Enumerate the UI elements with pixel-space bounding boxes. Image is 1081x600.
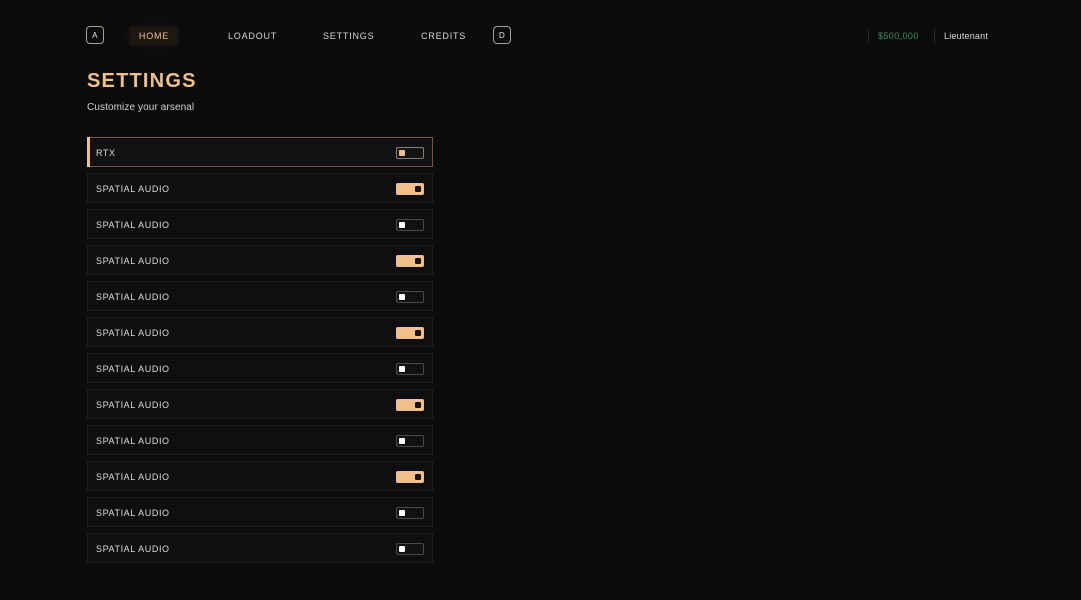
setting-toggle[interactable] [396,147,424,159]
setting-label: SPATIAL AUDIO [96,256,170,266]
setting-label: SPATIAL AUDIO [96,220,170,230]
setting-toggle[interactable] [396,507,424,519]
currency-balance: $500,000 [878,31,919,41]
setting-label: SPATIAL AUDIO [96,472,170,482]
setting-label: SPATIAL AUDIO [96,364,170,374]
previous-tab-key-hint[interactable]: A [86,26,104,44]
setting-toggle[interactable] [396,471,424,483]
toggle-thumb [399,510,405,516]
setting-toggle[interactable] [396,543,424,555]
setting-label: SPATIAL AUDIO [96,292,170,302]
setting-row-spatial-audio[interactable]: SPATIAL AUDIO [87,497,433,527]
toggle-thumb [399,150,405,156]
setting-row-spatial-audio[interactable]: SPATIAL AUDIO [87,173,433,203]
setting-label: RTX [96,148,116,158]
setting-toggle[interactable] [396,219,424,231]
toggle-thumb [399,438,405,444]
setting-row-spatial-audio[interactable]: SPATIAL AUDIO [87,389,433,419]
setting-toggle[interactable] [396,327,424,339]
setting-label: SPATIAL AUDIO [96,328,170,338]
game-settings-screen: A HOME LOADOUT SETTINGS CREDITS D $500,0… [0,0,1081,600]
tab-home[interactable]: HOME [130,27,178,45]
top-navigation: A HOME LOADOUT SETTINGS CREDITS D $500,0… [0,0,1081,72]
setting-label: SPATIAL AUDIO [96,544,170,554]
toggle-thumb [399,546,405,552]
setting-row-spatial-audio[interactable]: SPATIAL AUDIO [87,245,433,275]
tab-loadout[interactable]: LOADOUT [228,27,277,45]
toggle-thumb [399,294,405,300]
page-title: SETTINGS [87,70,197,92]
toggle-thumb [415,402,421,408]
toggle-thumb [399,366,405,372]
setting-label: SPATIAL AUDIO [96,508,170,518]
toggle-thumb [415,474,421,480]
setting-toggle[interactable] [396,291,424,303]
tab-credits[interactable]: CREDITS [421,27,466,45]
setting-toggle[interactable] [396,183,424,195]
setting-row-rtx[interactable]: RTX [87,137,433,167]
setting-row-spatial-audio[interactable]: SPATIAL AUDIO [87,209,433,239]
setting-toggle[interactable] [396,435,424,447]
setting-row-spatial-audio[interactable]: SPATIAL AUDIO [87,461,433,491]
tab-settings[interactable]: SETTINGS [323,27,374,45]
player-rank: Lieutenant [944,31,989,41]
setting-row-spatial-audio[interactable]: SPATIAL AUDIO [87,317,433,347]
setting-row-spatial-audio[interactable]: SPATIAL AUDIO [87,281,433,311]
toggle-thumb [415,258,421,264]
toggle-thumb [415,186,421,192]
setting-toggle[interactable] [396,399,424,411]
setting-row-spatial-audio[interactable]: SPATIAL AUDIO [87,533,433,563]
toggle-thumb [399,222,405,228]
rank-divider [934,29,935,43]
currency-divider [868,29,869,43]
setting-label: SPATIAL AUDIO [96,400,170,410]
settings-list: RTX SPATIAL AUDIO SPATIAL AUDIO SPATIAL … [87,137,433,569]
page-subtitle: Customize your arsenal [87,102,195,113]
toggle-thumb [415,330,421,336]
setting-toggle[interactable] [396,255,424,267]
setting-label: SPATIAL AUDIO [96,436,170,446]
setting-row-spatial-audio[interactable]: SPATIAL AUDIO [87,353,433,383]
setting-toggle[interactable] [396,363,424,375]
setting-label: SPATIAL AUDIO [96,184,170,194]
setting-row-spatial-audio[interactable]: SPATIAL AUDIO [87,425,433,455]
next-tab-key-hint[interactable]: D [493,26,511,44]
